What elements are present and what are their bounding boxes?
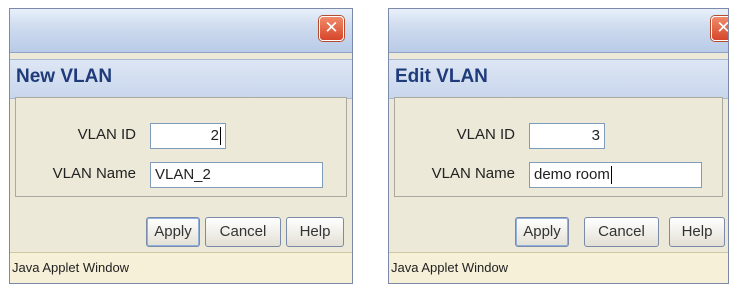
- vlan-id-value: 2: [210, 127, 219, 144]
- vlan-form-panel: VLAN ID 2 VLAN Name VLAN_2: [15, 97, 347, 197]
- apply-button[interactable]: Apply: [146, 217, 200, 247]
- vlan-name-value: VLAN_2: [155, 166, 211, 183]
- close-icon[interactable]: ✕: [319, 16, 344, 41]
- dialog-header: Edit VLAN: [389, 59, 728, 99]
- dialog-header: New VLAN: [10, 59, 352, 99]
- status-bar: Java Applet Window: [389, 252, 728, 283]
- status-text: Java Applet Window: [12, 260, 130, 275]
- title-bar: ✕: [10, 9, 352, 53]
- help-button[interactable]: Help: [286, 217, 344, 247]
- status-bar: Java Applet Window: [10, 252, 352, 283]
- vlan-form-panel: VLAN ID 3 VLAN Name demo room: [394, 97, 723, 197]
- status-text: Java Applet Window: [391, 260, 509, 275]
- vlan-id-field[interactable]: 3: [529, 123, 605, 149]
- cancel-button[interactable]: Cancel: [205, 217, 281, 247]
- title-bar: ✕: [389, 9, 728, 53]
- close-icon[interactable]: ✕: [711, 16, 728, 41]
- vlan-id-label: VLAN ID: [456, 126, 515, 143]
- vlan-id-label: VLAN ID: [77, 126, 136, 143]
- edit-vlan-dialog: ✕ Edit VLAN VLAN ID 3 VLAN Name demo roo…: [388, 8, 729, 284]
- apply-button[interactable]: Apply: [515, 217, 569, 247]
- vlan-name-field[interactable]: demo room: [529, 162, 702, 188]
- dialog-title: Edit VLAN: [395, 66, 488, 87]
- new-vlan-dialog: ✕ New VLAN VLAN ID 2 VLAN Name VLAN_2 Ap…: [9, 8, 353, 284]
- cancel-button[interactable]: Cancel: [584, 217, 659, 247]
- vlan-name-field[interactable]: VLAN_2: [150, 162, 323, 188]
- help-button[interactable]: Help: [669, 217, 725, 247]
- dialog-title: New VLAN: [16, 66, 113, 87]
- vlan-name-label: VLAN Name: [431, 165, 515, 182]
- text-caret: [220, 127, 221, 146]
- vlan-name-label: VLAN Name: [52, 165, 136, 182]
- vlan-name-value: demo room: [534, 166, 610, 183]
- text-caret: [610, 166, 612, 185]
- vlan-id-field[interactable]: 2: [150, 123, 226, 149]
- vlan-id-value: 3: [591, 127, 600, 144]
